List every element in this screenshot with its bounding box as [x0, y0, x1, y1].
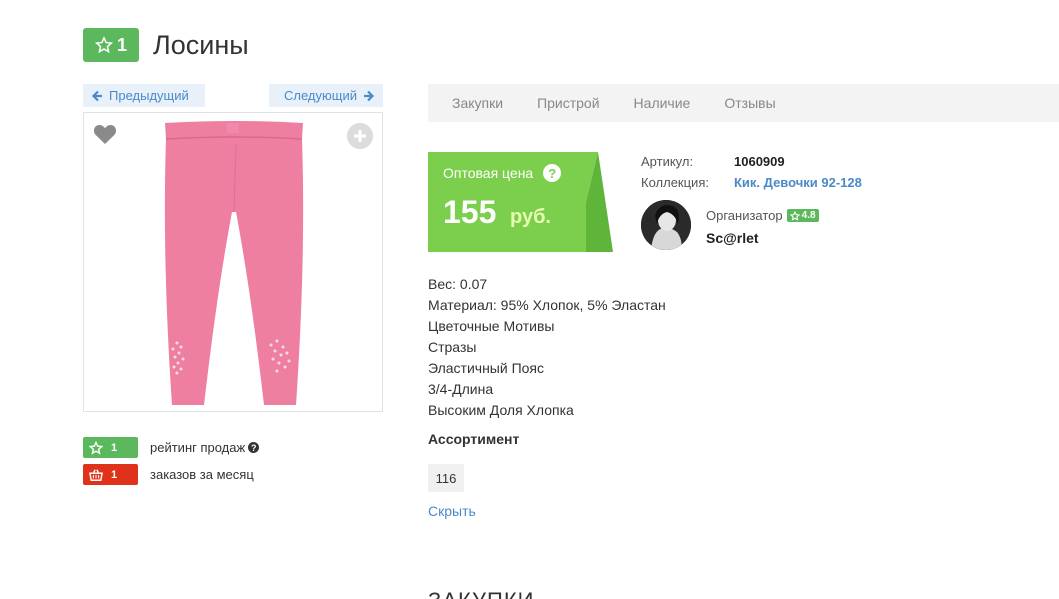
basket-icon: [89, 468, 103, 481]
orders-label-wrap: заказов за месяц: [150, 467, 254, 482]
price-label: Оптовая цена: [443, 165, 534, 181]
star-outline-icon: [94, 36, 113, 54]
price-value: 155: [443, 194, 497, 230]
organizer-avatar[interactable]: [641, 200, 691, 250]
sales-rating-badge: 1: [83, 437, 138, 458]
sales-rating-value: 1: [111, 441, 118, 454]
description-line: Цветочные Мотивы: [428, 318, 555, 334]
article-value: 1060909: [734, 154, 785, 169]
organizer-rating-badge: 4.8: [786, 209, 819, 222]
organizer-label-wrap: Организатор 4.8: [706, 208, 819, 223]
arrow-right-icon: [364, 90, 375, 101]
add-to-favorites-plus-icon[interactable]: [347, 123, 373, 149]
product-rating-value: 1: [116, 34, 127, 55]
tab-availability[interactable]: Наличие: [634, 95, 691, 111]
star-outline-icon: [789, 210, 800, 221]
organizer-label: Организатор: [706, 208, 783, 223]
article-label: Артикул:: [641, 154, 694, 169]
assortment-title: Ассортимент: [428, 431, 520, 447]
next-product-button[interactable]: Следующий: [269, 84, 383, 107]
arrow-left-icon: [91, 90, 102, 101]
description-line: Материал: 95% Хлопок, 5% Эластан: [428, 297, 666, 313]
size-chip[interactable]: 116: [428, 464, 464, 492]
organizer-name[interactable]: Sc@rlet: [706, 230, 759, 246]
product-description: Вес: 0.07 Материал: 95% Хлопок, 5% Эласт…: [428, 274, 666, 421]
collection-link[interactable]: Кик. Девочки 92-128: [734, 175, 862, 190]
orders-row: 1 заказов за месяц: [83, 464, 254, 485]
sales-rating-label: рейтинг продаж: [150, 440, 246, 455]
orders-value: 1: [111, 468, 118, 481]
question-icon[interactable]: ?: [248, 442, 260, 453]
product-leggings-image[interactable]: [159, 117, 309, 409]
orders-label: заказов за месяц: [150, 467, 254, 482]
star-outline-icon: [89, 440, 103, 455]
orders-badge: 1: [83, 464, 138, 485]
price-label-wrap: Оптовая цена ?: [443, 164, 562, 182]
product-rating-badge: 1: [83, 28, 139, 62]
tab-reviews[interactable]: Отзывы: [724, 95, 775, 111]
page-title: Лосины: [153, 29, 249, 60]
price-help-icon[interactable]: ?: [543, 164, 562, 182]
description-line: Эластичный Пояс: [428, 360, 545, 376]
collection-label: Коллекция:: [641, 175, 709, 190]
next-label: Следующий: [284, 88, 357, 103]
product-image-box: [83, 112, 383, 412]
description-line: Вес: 0.07: [428, 276, 488, 292]
sales-rating-row: 1 рейтинг продаж ?: [83, 437, 260, 458]
description-line: Стразы: [428, 339, 477, 355]
collection-row: Коллекция: Кик. Девочки 92-128: [641, 175, 862, 190]
wholesale-price-block: Оптовая цена ? 155 руб.: [428, 152, 613, 252]
previous-label: Предыдущий: [109, 88, 189, 103]
price-currency: руб.: [510, 206, 551, 228]
previous-product-button[interactable]: Предыдущий: [83, 84, 205, 107]
tab-purchases[interactable]: Закупки: [452, 95, 503, 111]
article-row: Артикул: 1060909: [641, 154, 785, 169]
organizer-rating: 4.8: [801, 210, 816, 221]
tab-placement[interactable]: Пристрой: [537, 95, 599, 111]
heart-icon[interactable]: [93, 123, 117, 145]
purchases-section-heading: ЗАКУПКИ: [428, 588, 534, 599]
description-line: Высоким Доля Хлопка: [428, 402, 574, 418]
sales-rating-label-wrap: рейтинг продаж ?: [150, 440, 260, 455]
title-row: 1 Лосины: [83, 28, 249, 62]
description-line: 3/4-Длина: [428, 381, 494, 397]
tabs-bar: Закупки Пристрой Наличие Отзывы: [428, 84, 1059, 122]
hide-link[interactable]: Скрыть: [428, 503, 476, 519]
